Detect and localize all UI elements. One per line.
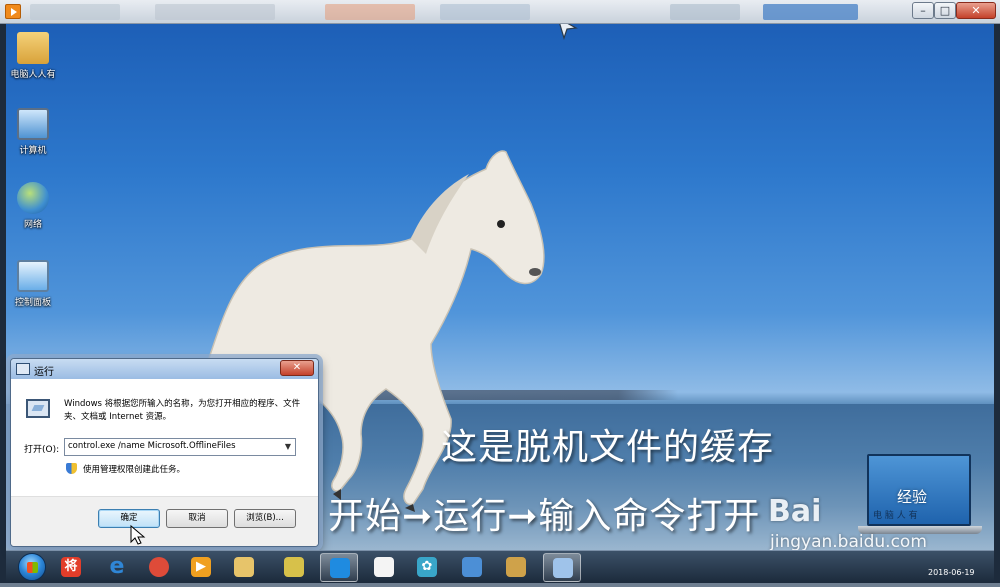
blurred-tab[interactable] xyxy=(440,4,530,20)
browser-icon xyxy=(330,558,350,578)
blurred-tab[interactable] xyxy=(30,4,120,20)
minimize-button[interactable]: – xyxy=(912,2,934,19)
caption-line-2: 开始➞运行➞输入命令打开 xyxy=(328,487,760,539)
caption-command: 输入命令打开 xyxy=(538,496,761,537)
jiang-app-icon: 将 xyxy=(61,557,81,577)
paint-icon xyxy=(506,557,526,577)
caption-run: 运行 xyxy=(433,496,508,537)
desktop-icon-label: 电脑人人有 xyxy=(10,70,56,80)
watermark-screen-text: 电 脑 人 有 xyxy=(873,511,918,521)
player-bottom-border xyxy=(0,583,1000,587)
run-description: Windows 将根据您所输入的名称，为您打开相应的程序、文件夹、文档或 Int… xyxy=(64,399,301,422)
blurred-tab[interactable] xyxy=(325,4,415,20)
blurred-tab[interactable] xyxy=(155,4,275,20)
run-program-icon xyxy=(26,399,50,418)
maximize-button[interactable]: □ xyxy=(934,2,956,19)
watermark-laptop: 经验 电 脑 人 有 xyxy=(867,454,971,526)
arrow-icon: ➞ xyxy=(507,496,539,537)
computer-icon xyxy=(17,108,49,140)
control-panel-icon xyxy=(17,260,49,292)
taskbar-button-media-player[interactable]: ▶ xyxy=(182,553,220,582)
admin-note: 使用管理权限创建此任务。 xyxy=(83,465,186,475)
media-player-icon: ▶ xyxy=(191,557,211,577)
remote-desktop-icon xyxy=(462,557,482,577)
browse-button[interactable]: 浏览(B)... xyxy=(234,509,296,528)
close-button[interactable]: ✕ xyxy=(956,2,996,19)
run-dialog-body: Windows 将根据您所输入的名称，为您打开相应的程序、文件夹、文档或 Int… xyxy=(11,379,318,496)
desktop-icon-control-panel[interactable]: 控制面板 xyxy=(6,260,64,308)
taskbar-button-jiang-app[interactable]: 将 xyxy=(52,553,90,582)
mouse-pointer-icon xyxy=(559,24,578,40)
run-title-icon xyxy=(16,363,30,375)
taskbar-button-browser[interactable] xyxy=(320,553,358,582)
blurred-tab[interactable] xyxy=(670,4,740,20)
watermark-site: jingyan.baidu.com xyxy=(770,532,927,552)
taskbar-button-remote-desktop[interactable] xyxy=(453,553,491,582)
blurred-tab[interactable] xyxy=(763,4,858,20)
taskbar-date: 2018-06-19 xyxy=(928,568,975,577)
run-dialog: 运行 ✕ Windows 将根据您所输入的名称，为您打开相应的程序、文件夹、文档… xyxy=(10,358,319,547)
desktop-icon-label: 计算机 xyxy=(19,146,47,156)
desktop-icon-folder-user[interactable]: 电脑人人有 xyxy=(6,32,64,80)
taskbar-button-chrome[interactable] xyxy=(140,553,178,582)
desktop-icon-label: 控制面板 xyxy=(14,298,51,308)
taskbar-button-internet-explorer[interactable]: e xyxy=(98,553,136,582)
cancel-button[interactable]: 取消 xyxy=(166,509,228,528)
pinwheel-icon: ✿ xyxy=(417,557,437,577)
caption-start: 开始 xyxy=(328,496,403,537)
player-app-icon[interactable] xyxy=(5,4,21,19)
run-dialog-title: 运行 xyxy=(34,367,54,378)
run-dialog-title-bar[interactable]: 运行 ✕ xyxy=(11,359,318,379)
desktop-icon-label: 网络 xyxy=(23,220,42,230)
start-button[interactable] xyxy=(18,553,46,581)
watermark-brand: Bai xyxy=(768,494,822,529)
taskbar-button-document[interactable] xyxy=(365,553,403,582)
watermark-brand-cn: 经验 xyxy=(897,488,928,506)
document-icon xyxy=(374,557,394,577)
taskbar-button-notes[interactable] xyxy=(275,553,313,582)
taskbar-button-run[interactable] xyxy=(543,553,581,582)
notes-icon xyxy=(284,557,304,577)
caption-line-1: 这是脱机文件的缓存 xyxy=(441,427,775,468)
taskbar-button-file-explorer[interactable] xyxy=(225,553,263,582)
arrow-icon: ➞ xyxy=(402,496,434,537)
mouse-pointer-icon xyxy=(130,524,146,545)
chevron-down-icon[interactable]: ▼ xyxy=(281,439,295,455)
desktop-icon-computer[interactable]: 计算机 xyxy=(6,108,64,156)
desktop-icon-network[interactable]: 网络 xyxy=(6,182,64,230)
open-label: 打开(O): xyxy=(24,445,60,455)
taskbar: 将 e ▶ ✿ 2018-06-19 xyxy=(6,550,994,583)
taskbar-button-pinwheel[interactable]: ✿ xyxy=(408,553,446,582)
player-title-bar: – □ ✕ xyxy=(0,0,1000,24)
internet-explorer-icon: e xyxy=(109,554,125,579)
run-close-button[interactable]: ✕ xyxy=(280,360,314,376)
open-command-input[interactable]: control.exe /name Microsoft.OfflineFiles xyxy=(64,438,296,456)
chrome-icon xyxy=(149,557,169,577)
network-icon xyxy=(17,182,49,214)
run-icon xyxy=(553,558,573,578)
uac-shield-icon xyxy=(66,463,77,474)
file-explorer-icon xyxy=(234,557,254,577)
taskbar-button-paint[interactable] xyxy=(497,553,535,582)
folder-user-icon xyxy=(17,32,49,64)
